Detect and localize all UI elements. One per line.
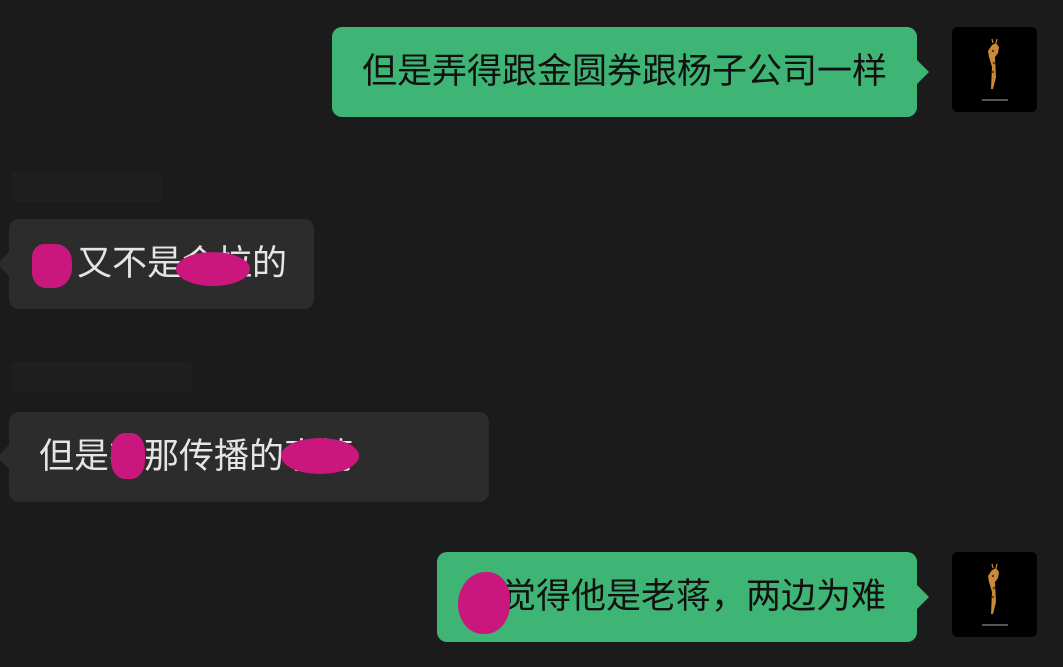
message-text: 觉得他是老蒋，两边为难	[501, 577, 887, 617]
sender-name-placeholder	[12, 362, 192, 392]
giraffe-avatar-icon	[952, 552, 1037, 637]
user-avatar[interactable]	[952, 552, 1037, 637]
bubble-tail	[917, 585, 929, 609]
user-avatar[interactable]	[952, 27, 1037, 112]
sender-name-placeholder	[12, 172, 162, 202]
bubble-tail	[917, 60, 929, 84]
bubble-tail	[0, 252, 9, 276]
message-text: 又不是会拉的	[77, 244, 288, 284]
giraffe-avatar-icon	[952, 27, 1037, 112]
message-bubble-incoming[interactable]: 又不是会拉的	[0, 219, 314, 309]
message-bubble-incoming[interactable]: 但是在那传播的事情	[0, 412, 489, 502]
message-text: 但是弄得跟金圆券跟杨子公司一样	[362, 52, 888, 92]
message-bubble-outgoing[interactable]: 但是弄得跟金圆券跟杨子公司一样	[332, 27, 929, 117]
message-text: 但是在那传播的事情	[39, 437, 355, 477]
bubble-tail	[0, 445, 9, 469]
message-bubble-outgoing[interactable]: 觉得他是老蒋，两边为难	[437, 552, 929, 642]
